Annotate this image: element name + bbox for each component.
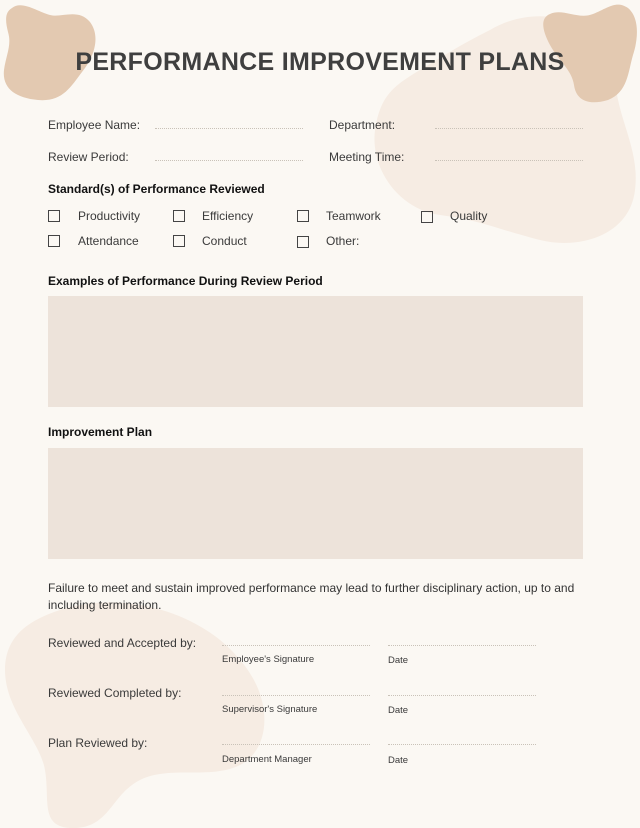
page-title: PERFORMANCE IMPROVEMENT PLANS	[75, 48, 565, 76]
checkbox-label-other: Other:	[326, 234, 360, 248]
checkbox-other[interactable]	[297, 236, 309, 248]
examples-textarea[interactable]	[48, 296, 583, 407]
manager-signature-caption: Department Manager	[222, 754, 312, 765]
meeting-time-label: Meeting Time:	[329, 150, 405, 164]
review-period-label: Review Period:	[48, 150, 129, 164]
supervisor-signature-field[interactable]	[222, 695, 370, 696]
checkbox-teamwork[interactable]	[297, 210, 309, 222]
manager-date-field[interactable]	[388, 744, 536, 745]
checkbox-label-productivity: Productivity	[78, 209, 141, 223]
supervisor-date-field[interactable]	[388, 695, 536, 696]
examples-heading: Examples of Performance During Review Pe…	[48, 274, 323, 288]
checkbox-conduct[interactable]	[173, 235, 185, 247]
standards-heading: Standard(s) of Performance Reviewed	[48, 182, 265, 196]
checkbox-label-conduct: Conduct	[202, 234, 247, 248]
department-label: Department:	[329, 118, 396, 132]
disclaimer-text: Failure to meet and sustain improved per…	[48, 581, 575, 612]
manager-date-caption: Date	[388, 755, 409, 766]
signature-label-plan-reviewed: Plan Reviewed by:	[48, 736, 148, 750]
signature-label-completed: Reviewed Completed by:	[48, 686, 182, 700]
employee-name-field[interactable]	[155, 128, 303, 129]
improvement-plan-heading: Improvement Plan	[48, 425, 153, 439]
meeting-time-field[interactable]	[435, 160, 583, 161]
employee-name-label: Employee Name:	[48, 118, 141, 132]
checkbox-label-teamwork: Teamwork	[326, 209, 381, 223]
checkbox-label-efficiency: Efficiency	[202, 209, 254, 223]
employee-date-caption: Date	[388, 655, 409, 666]
checkbox-label-attendance: Attendance	[78, 234, 139, 248]
employee-date-field[interactable]	[388, 645, 536, 646]
improvement-plan-textarea[interactable]	[48, 448, 583, 559]
checkbox-attendance[interactable]	[48, 235, 60, 247]
department-field[interactable]	[435, 128, 583, 129]
checkbox-quality[interactable]	[421, 211, 433, 223]
employee-signature-field[interactable]	[222, 645, 370, 646]
checkbox-label-quality: Quality	[450, 209, 488, 223]
review-period-field[interactable]	[155, 160, 303, 161]
supervisor-date-caption: Date	[388, 705, 409, 716]
checkbox-efficiency[interactable]	[173, 210, 185, 222]
signature-label-accepted: Reviewed and Accepted by:	[48, 636, 197, 650]
employee-signature-caption: Employee's Signature	[222, 654, 315, 665]
manager-signature-field[interactable]	[222, 744, 370, 745]
checkbox-productivity[interactable]	[48, 210, 60, 222]
supervisor-signature-caption: Supervisor's Signature	[222, 704, 318, 715]
